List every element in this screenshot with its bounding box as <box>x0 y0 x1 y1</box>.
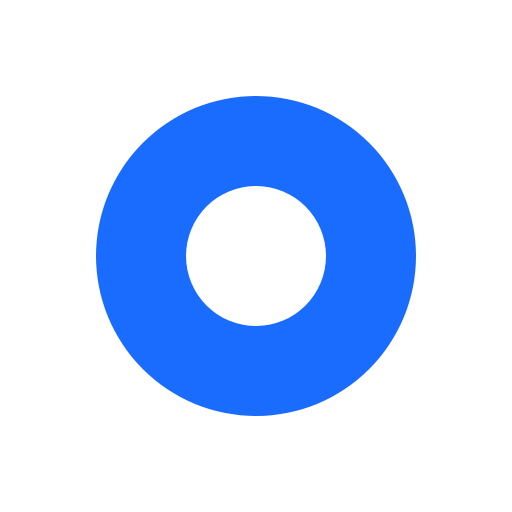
ring-icon <box>96 96 416 416</box>
icon-canvas <box>0 0 512 512</box>
ring-center-hole <box>186 186 326 326</box>
